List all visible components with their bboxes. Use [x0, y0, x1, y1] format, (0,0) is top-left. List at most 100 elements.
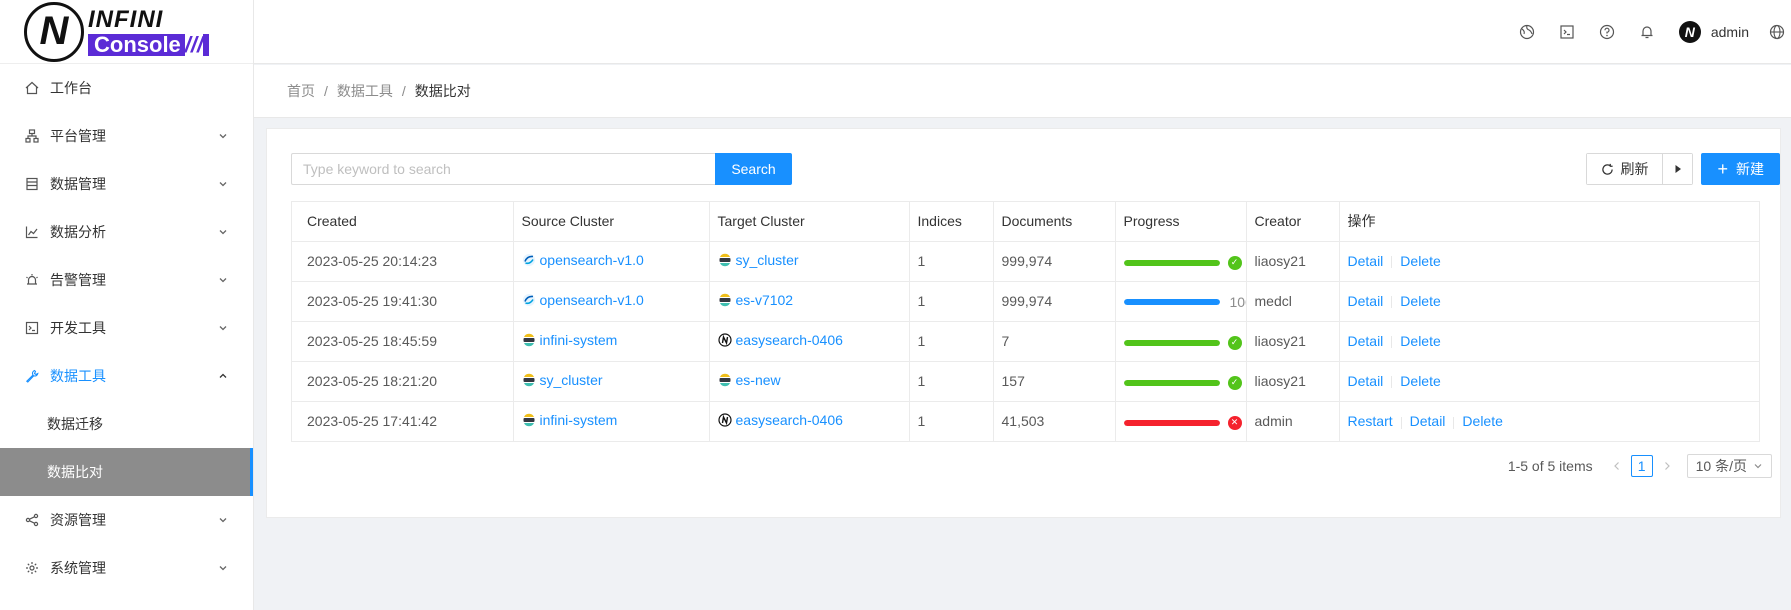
sidebar-item-label: 平台管理 [50, 128, 106, 144]
chevron-down-icon [219, 326, 227, 331]
sidebar-subitem-data-comparison[interactable]: 数据比对 [0, 448, 253, 496]
page-size-select[interactable]: 10 条/页 [1686, 454, 1772, 478]
sidebar-item-dev-tools[interactable]: 开发工具 [0, 304, 253, 352]
success-icon: ✓ [1227, 335, 1242, 350]
search-bar: Search [291, 153, 792, 185]
restart-link[interactable]: Restart [1348, 413, 1393, 429]
source-cluster-link[interactable]: sy_cluster [522, 372, 603, 388]
globe-icon[interactable] [1763, 0, 1791, 64]
cell-creator: medcl [1246, 281, 1340, 322]
database-icon [24, 176, 40, 192]
target-cluster-link[interactable]: sy_cluster [718, 252, 799, 268]
delete-link[interactable]: Delete [1400, 253, 1440, 269]
success-icon: ✓ [1227, 375, 1242, 390]
column-header-created: Created [292, 202, 514, 242]
cell-target-cluster: es-new [709, 361, 910, 402]
sidebar: N INFINI Console/// 工作台 平台管理 数据管理 数据分析 告… [0, 0, 254, 610]
detail-link[interactable]: Detail [1410, 413, 1446, 429]
breadcrumb-home[interactable]: 首页 [287, 81, 315, 101]
column-header-creator: Creator [1246, 202, 1340, 242]
elasticsearch-icon [523, 333, 534, 347]
progress-bar: 100% [1123, 294, 1245, 310]
source-cluster-link[interactable]: opensearch-v1.0 [522, 292, 644, 308]
cell-actions: Detail Delete [1339, 281, 1759, 322]
logo[interactable]: N INFINI Console/// [0, 0, 253, 64]
source-cluster-name: opensearch-v1.0 [539, 292, 644, 308]
page-number[interactable]: 1 [1630, 455, 1653, 477]
breadcrumb-separator: / [324, 83, 328, 99]
action-divider [1391, 296, 1393, 309]
target-cluster-name: easysearch-0406 [735, 412, 843, 429]
cluster-health-icon[interactable] [1507, 0, 1547, 64]
cell-actions: Detail Delete [1339, 321, 1759, 362]
detail-link[interactable]: Detail [1348, 253, 1384, 269]
chevron-down-icon [219, 518, 227, 523]
user-menu[interactable]: N admin [1667, 0, 1763, 64]
table-row: 2023-05-25 18:45:59 infini-system easysear… [292, 321, 1759, 362]
search-button[interactable]: Search [715, 153, 792, 185]
cell-source-cluster: opensearch-v1.0 [513, 281, 710, 322]
breadcrumb: 首页 / 数据工具 / 数据比对 [254, 65, 1791, 118]
source-cluster-link[interactable]: infini-system [522, 412, 617, 428]
cell-source-cluster: sy_cluster [513, 361, 710, 402]
sidebar-item-platform[interactable]: 平台管理 [0, 112, 253, 160]
help-icon[interactable] [1587, 0, 1627, 64]
source-cluster-link[interactable]: opensearch-v1.0 [522, 252, 644, 268]
action-divider [1453, 416, 1455, 429]
cell-creator: admin [1246, 401, 1340, 441]
refresh-button[interactable]: 刷新 [1587, 154, 1663, 184]
sidebar-subitem-data-migration[interactable]: 数据迁移 [0, 400, 253, 448]
bell-icon[interactable] [1627, 0, 1667, 64]
sidebar-item-label: 告警管理 [50, 272, 106, 288]
delete-link[interactable]: Delete [1400, 373, 1440, 389]
next-page-icon[interactable] [1657, 454, 1677, 478]
sidebar-item-data-analysis[interactable]: 数据分析 [0, 208, 253, 256]
opensearch-icon [522, 254, 535, 266]
target-cluster-link[interactable]: easysearch-0406 [717, 412, 843, 429]
cell-created: 2023-05-25 18:45:59 [292, 321, 514, 362]
sidebar-item-alerting[interactable]: 告警管理 [0, 256, 253, 304]
user-name: admin [1710, 24, 1749, 40]
target-cluster-link[interactable]: easysearch-0406 [717, 332, 843, 348]
cell-indices: 1 [909, 321, 994, 362]
breadcrumb-data-tools[interactable]: 数据工具 [337, 81, 393, 101]
elasticsearch-icon [523, 373, 534, 387]
sidebar-item-data-tools[interactable]: 数据工具 [0, 352, 253, 400]
search-input[interactable] [291, 153, 715, 185]
auto-refresh-button[interactable] [1662, 154, 1693, 184]
cell-source-cluster: infini-system [513, 321, 710, 362]
logo-text: INFINI Console/// [88, 7, 210, 57]
logo-console: Console/// [88, 31, 210, 57]
progress-fill [1123, 419, 1220, 426]
cell-source-cluster: infini-system [513, 401, 710, 441]
detail-link[interactable]: Detail [1348, 333, 1384, 349]
source-cluster-link[interactable]: infini-system [522, 332, 617, 348]
new-button[interactable]: + 新建 [1701, 153, 1780, 185]
progress-track [1123, 379, 1220, 386]
sidebar-item-data-management[interactable]: 数据管理 [0, 160, 253, 208]
sidebar-item-workbench[interactable]: 工作台 [0, 64, 253, 112]
detail-link[interactable]: Detail [1348, 373, 1384, 389]
chevron-down-icon [219, 278, 227, 283]
cell-target-cluster: easysearch-0406 [709, 401, 910, 441]
sidebar-item-resources[interactable]: 资源管理 [0, 496, 253, 544]
cell-documents: 7 [993, 321, 1116, 362]
prev-page-icon[interactable] [1607, 454, 1627, 478]
progress-bar: ✓ [1123, 255, 1242, 270]
target-cluster-link[interactable]: es-v7102 [718, 292, 793, 308]
delete-link[interactable]: Delete [1400, 333, 1440, 349]
sidebar-item-label: 资源管理 [50, 512, 106, 528]
chevron-down-icon [219, 182, 227, 187]
console-icon[interactable] [1547, 0, 1587, 64]
sidebar-subitem-label: 数据比对 [47, 464, 103, 480]
delete-link[interactable]: Delete [1462, 413, 1502, 429]
sidebar-item-system[interactable]: 系统管理 [0, 544, 253, 592]
easysearch-icon [717, 413, 732, 427]
delete-link[interactable]: Delete [1400, 293, 1440, 309]
target-cluster-link[interactable]: es-new [718, 372, 781, 388]
sidebar-item-label: 工作台 [50, 80, 92, 96]
plus-icon: + [1717, 159, 1728, 179]
detail-link[interactable]: Detail [1348, 293, 1384, 309]
column-header-progress: Progress [1115, 202, 1247, 242]
logo-mark: N [24, 1, 84, 62]
